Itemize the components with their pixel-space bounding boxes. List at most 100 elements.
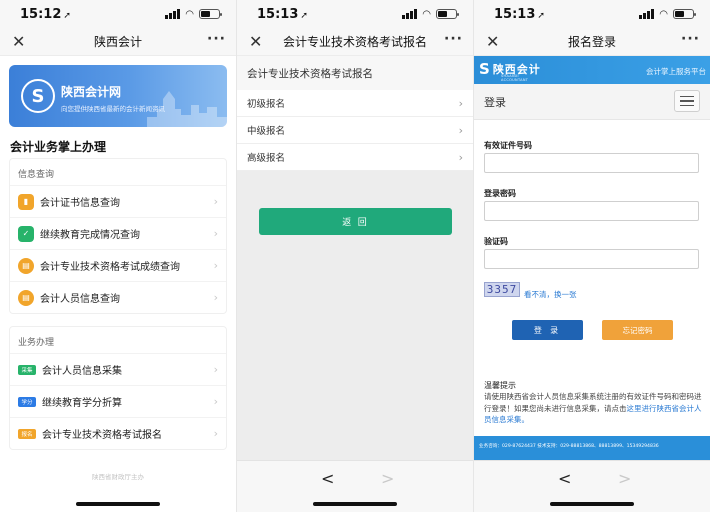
captcha-input[interactable] (484, 249, 699, 269)
list-item[interactable]: 报名 会计专业技术资格考试报名 › (10, 417, 226, 449)
list-item[interactable]: ▤ 会计人员信息查询 › (10, 281, 226, 313)
status-time: 15:12 ➚ (20, 6, 71, 22)
battery-icon (673, 9, 696, 19)
password-input[interactable] (484, 201, 699, 221)
nav-title: 报名登录 (567, 35, 616, 49)
forward-arrow-icon[interactable]: > (618, 469, 631, 488)
list-item[interactable]: ▮ 会计证书信息查询 › (10, 185, 226, 217)
captcha-image[interactable]: 3357 (484, 282, 520, 297)
signal-icon (639, 9, 655, 19)
site-logo: S 陕西会计 SHAANXI ACCOUNTANT (479, 60, 541, 82)
chevron-right-icon: › (213, 363, 218, 376)
more-icon[interactable]: ··· (207, 31, 226, 47)
status-bar: 15:12 ➚ ◠ (0, 0, 236, 28)
business-card: 业务办理 采集 会计人员信息采集 › 学分 继续教育学分折算 › 报名 会计专业… (9, 326, 227, 450)
list-item-senior[interactable]: 高级报名 › (237, 144, 473, 171)
item-label: 会计人员信息查询 (40, 294, 120, 305)
close-icon[interactable]: ✕ (249, 32, 262, 51)
back-arrow-icon[interactable]: < (321, 469, 334, 488)
section-title: 会计业务掌上办理 (10, 140, 107, 154)
list-item-intermediate[interactable]: 中级报名 › (237, 117, 473, 144)
page-title: 会计专业技术资格考试报名 (237, 56, 473, 90)
forgot-password-button[interactable]: 忘记密码 (602, 320, 673, 340)
home-indicator[interactable] (313, 502, 397, 506)
signal-icon (165, 9, 181, 19)
status-icons: ◠ (402, 9, 459, 20)
login-title: 登录 (484, 95, 506, 109)
platform-name: 会计掌上服务平台 (646, 67, 706, 76)
close-icon[interactable]: ✕ (12, 32, 25, 51)
list-item-junior[interactable]: 初级报名 › (237, 90, 473, 117)
item-label: 继续教育学分折算 (42, 398, 122, 409)
badge-credit: 学分 (18, 396, 36, 407)
more-icon[interactable]: ··· (681, 31, 700, 47)
logo-icon: S (21, 79, 55, 113)
chevron-right-icon: › (213, 227, 218, 240)
chevron-right-icon: › (213, 395, 218, 408)
chevron-right-icon: › (458, 123, 463, 137)
badge-collect: 采集 (18, 364, 36, 375)
browser-toolbar: < > (474, 460, 710, 512)
status-time: 15:13 ➚ (257, 6, 308, 22)
chevron-right-icon: › (458, 150, 463, 164)
nav-bar: ✕ 会计专业技术资格考试报名 ··· (237, 28, 473, 56)
skyline-icon (147, 91, 227, 127)
nav-title: 会计专业技术资格考试报名 (282, 35, 427, 49)
home-indicator[interactable] (550, 502, 634, 506)
menu-button[interactable] (674, 90, 700, 112)
exam-content: 会计专业技术资格考试报名 初级报名 › 中级报名 › 高级报名 › 返 回 (237, 56, 473, 512)
list-item[interactable]: 学分 继续教育学分折算 › (10, 385, 226, 417)
status-icons: ◠ (639, 8, 696, 20)
item-label: 继续教育完成情况查询 (40, 230, 140, 241)
login-button[interactable]: 登 录 (512, 320, 583, 340)
document-icon: ▤ (18, 289, 34, 306)
tip-body: 请使用陕西省会计人员信息采集系统注册的有效证件号码和密码进行登录！如果您尚未进行… (484, 391, 704, 426)
group-label: 信息查询 (18, 170, 55, 180)
site-header: S 陕西会计 SHAANXI ACCOUNTANT 会计掌上服务平台 (474, 56, 710, 84)
battery-icon (436, 9, 459, 19)
list-item[interactable]: ✓ 继续教育完成情况查询 › (10, 217, 226, 249)
item-label: 会计人员信息采集 (42, 366, 122, 377)
location-icon: ➚ (300, 10, 308, 21)
list-item[interactable]: ▤ 会计专业技术资格考试成绩查询 › (10, 249, 226, 281)
wifi-icon: ◠ (185, 8, 194, 20)
close-icon[interactable]: ✕ (486, 32, 499, 51)
status-icons: ◠ (165, 8, 222, 20)
item-label: 会计证书信息查询 (40, 198, 120, 209)
site-footer: 业务咨询：029-87624437 技术支持：029-88813868、8881… (474, 436, 710, 460)
location-icon: ➚ (537, 10, 545, 21)
id-input[interactable] (484, 153, 699, 173)
list-item[interactable]: 采集 会计人员信息采集 › (10, 353, 226, 385)
banner[interactable]: S 陕西会计网 向您提供陕西省最新的会计新闻资讯 (9, 65, 227, 127)
tip-title: 温馨提示 (484, 381, 516, 390)
logo-subtext: SHAANXI ACCOUNTANT (501, 74, 529, 82)
home-indicator[interactable] (76, 502, 160, 506)
battery-icon (199, 9, 222, 19)
group-label: 业务办理 (18, 338, 55, 348)
level-list: 初级报名 › 中级报名 › 高级报名 › (237, 90, 473, 171)
return-button[interactable]: 返 回 (259, 208, 452, 235)
item-label: 中级报名 (247, 126, 286, 137)
home-content: S 陕西会计网 向您提供陕西省最新的会计新闻资讯 会计业务掌上办理 信息查询 ▮… (0, 56, 236, 512)
item-label: 会计专业技术资格考试成绩查询 (40, 262, 180, 273)
item-label: 会计专业技术资格考试报名 (42, 430, 162, 441)
back-arrow-icon[interactable]: < (558, 469, 571, 488)
phone-home: 15:12 ➚ ◠ ✕ 陕西会计 ··· S 陕西会计网 向您提供陕西省最新的会计… (0, 0, 236, 512)
more-icon[interactable]: ··· (444, 31, 463, 47)
wifi-icon: ◠ (659, 8, 668, 20)
footer-text: 陕西省财政厅主办 (92, 473, 144, 481)
login-content: S 陕西会计 SHAANXI ACCOUNTANT 会计掌上服务平台 登录 有效… (474, 56, 710, 460)
document-icon: ▤ (18, 257, 34, 274)
nav-title: 陕西会计 (93, 35, 142, 49)
signal-icon (402, 9, 418, 19)
status-bar: 15:13 ➚ ◠ (237, 0, 473, 28)
screens: 15:12 ➚ ◠ ✕ 陕西会计 ··· S 陕西会计网 向您提供陕西省最新的会计… (0, 0, 710, 512)
chevron-right-icon: › (213, 259, 218, 272)
item-label: 初级报名 (247, 99, 286, 110)
chevron-right-icon: › (213, 195, 218, 208)
status-time: 15:13 ➚ (494, 6, 545, 22)
forward-arrow-icon[interactable]: > (381, 469, 394, 488)
captcha-refresh-link[interactable]: 看不清，换一张 (524, 289, 577, 300)
phone-login: 15:13 ➚ ◠ ✕ 报名登录 ··· S 陕西会计 SHAANXI ACCOU… (473, 0, 710, 512)
login-bar: 登录 (474, 84, 710, 120)
